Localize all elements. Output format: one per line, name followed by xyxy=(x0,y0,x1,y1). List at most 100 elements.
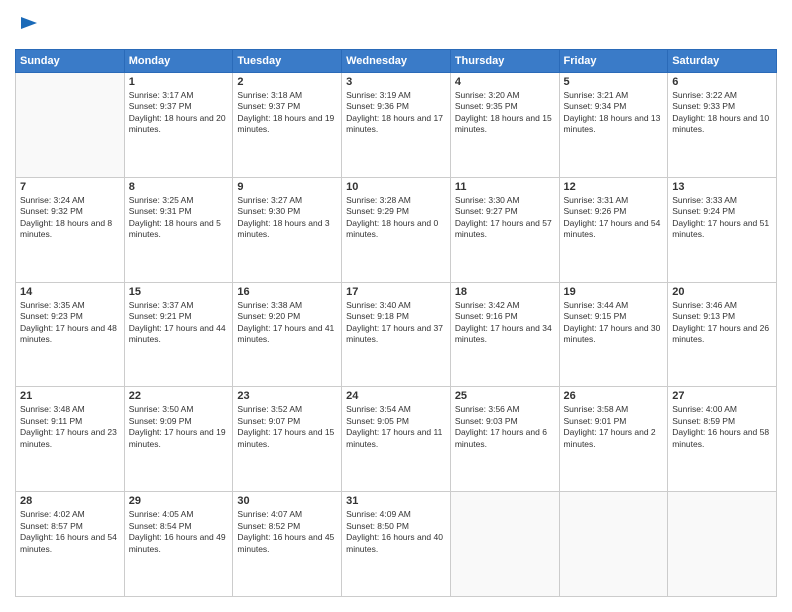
cell-sun-info: Sunrise: 3:52 AMSunset: 9:07 PMDaylight:… xyxy=(237,404,337,450)
cell-sun-info: Sunrise: 3:35 AMSunset: 9:23 PMDaylight:… xyxy=(20,300,120,346)
cell-sun-info: Sunrise: 3:27 AMSunset: 9:30 PMDaylight:… xyxy=(237,195,337,241)
cell-sun-info: Sunrise: 3:21 AMSunset: 9:34 PMDaylight:… xyxy=(564,90,664,136)
day-header-thursday: Thursday xyxy=(450,50,559,73)
cell-sun-info: Sunrise: 3:48 AMSunset: 9:11 PMDaylight:… xyxy=(20,404,120,450)
day-number: 2 xyxy=(237,76,337,88)
calendar-cell: 12 Sunrise: 3:31 AMSunset: 9:26 PMDayligh… xyxy=(559,177,668,282)
calendar-cell: 4 Sunrise: 3:20 AMSunset: 9:35 PMDaylight… xyxy=(450,73,559,178)
day-number: 15 xyxy=(129,286,229,298)
calendar-cell xyxy=(450,492,559,597)
calendar-cell: 3 Sunrise: 3:19 AMSunset: 9:36 PMDaylight… xyxy=(342,73,451,178)
calendar-cell xyxy=(559,492,668,597)
calendar-header-row: SundayMondayTuesdayWednesdayThursdayFrid… xyxy=(16,50,777,73)
day-number: 16 xyxy=(237,286,337,298)
cell-sun-info: Sunrise: 3:25 AMSunset: 9:31 PMDaylight:… xyxy=(129,195,229,241)
cell-sun-info: Sunrise: 3:33 AMSunset: 9:24 PMDaylight:… xyxy=(672,195,772,241)
day-header-saturday: Saturday xyxy=(668,50,777,73)
calendar-cell: 5Sunrise: 3:21 AMSunset: 9:34 PMDaylight… xyxy=(559,73,668,178)
day-number: 6 xyxy=(672,76,772,88)
cell-sun-info: Sunrise: 3:50 AMSunset: 9:09 PMDaylight:… xyxy=(129,404,229,450)
cell-sun-info: Sunrise: 3:37 AMSunset: 9:21 PMDaylight:… xyxy=(129,300,229,346)
cell-sun-info: Sunrise: 4:07 AMSunset: 8:52 PMDaylight:… xyxy=(237,509,337,555)
day-number: 12 xyxy=(564,181,664,193)
day-number: 22 xyxy=(129,390,229,402)
cell-sun-info: Sunrise: 3:44 AMSunset: 9:15 PMDaylight:… xyxy=(564,300,664,346)
day-number: 11 xyxy=(455,181,555,193)
cell-sun-info: Sunrise: 3:38 AMSunset: 9:20 PMDaylight:… xyxy=(237,300,337,346)
day-header-sunday: Sunday xyxy=(16,50,125,73)
logo-flag-icon xyxy=(17,15,41,39)
day-number: 7 xyxy=(20,181,120,193)
day-number: 3 xyxy=(346,76,446,88)
calendar-cell: 11Sunrise: 3:30 AMSunset: 9:27 PMDayligh… xyxy=(450,177,559,282)
calendar-cell: 13 Sunrise: 3:33 AMSunset: 9:24 PMDayligh… xyxy=(668,177,777,282)
day-number: 30 xyxy=(237,495,337,507)
header xyxy=(15,15,777,39)
day-number: 1 xyxy=(129,76,229,88)
calendar-week-1: 1 Sunrise: 3:17 AMSunset: 9:37 PMDaylight… xyxy=(16,73,777,178)
cell-sun-info: Sunrise: 3:28 AMSunset: 9:29 PMDaylight:… xyxy=(346,195,446,241)
calendar-week-2: 7 Sunrise: 3:24 AMSunset: 9:32 PMDaylight… xyxy=(16,177,777,282)
calendar-cell: 29 Sunrise: 4:05 AMSunset: 8:54 PMDayligh… xyxy=(124,492,233,597)
cell-sun-info: Sunrise: 3:24 AMSunset: 9:32 PMDaylight:… xyxy=(20,195,120,241)
day-header-tuesday: Tuesday xyxy=(233,50,342,73)
calendar-cell: 22 Sunrise: 3:50 AMSunset: 9:09 PMDayligh… xyxy=(124,387,233,492)
day-number: 10 xyxy=(346,181,446,193)
day-number: 29 xyxy=(129,495,229,507)
calendar-cell: 1 Sunrise: 3:17 AMSunset: 9:37 PMDaylight… xyxy=(124,73,233,178)
calendar-week-4: 21 Sunrise: 3:48 AMSunset: 9:11 PMDayligh… xyxy=(16,387,777,492)
calendar-cell: 25 Sunrise: 3:56 AMSunset: 9:03 PMDayligh… xyxy=(450,387,559,492)
cell-sun-info: Sunrise: 3:54 AMSunset: 9:05 PMDaylight:… xyxy=(346,404,446,450)
cell-sun-info: Sunrise: 3:18 AMSunset: 9:37 PMDaylight:… xyxy=(237,90,337,136)
cell-sun-info: Sunrise: 3:22 AMSunset: 9:33 PMDaylight:… xyxy=(672,90,772,136)
calendar-cell: 10 Sunrise: 3:28 AMSunset: 9:29 PMDayligh… xyxy=(342,177,451,282)
day-number: 18 xyxy=(455,286,555,298)
calendar-cell: 27 Sunrise: 4:00 AMSunset: 8:59 PMDayligh… xyxy=(668,387,777,492)
cell-sun-info: Sunrise: 4:00 AMSunset: 8:59 PMDaylight:… xyxy=(672,404,772,450)
calendar-cell: 30 Sunrise: 4:07 AMSunset: 8:52 PMDayligh… xyxy=(233,492,342,597)
calendar-cell: 15 Sunrise: 3:37 AMSunset: 9:21 PMDayligh… xyxy=(124,282,233,387)
day-number: 27 xyxy=(672,390,772,402)
cell-sun-info: Sunrise: 3:56 AMSunset: 9:03 PMDaylight:… xyxy=(455,404,555,450)
calendar-cell: 28 Sunrise: 4:02 AMSunset: 8:57 PMDayligh… xyxy=(16,492,125,597)
cell-sun-info: Sunrise: 3:20 AMSunset: 9:35 PMDaylight:… xyxy=(455,90,555,136)
calendar-cell: 23Sunrise: 3:52 AMSunset: 9:07 PMDayligh… xyxy=(233,387,342,492)
day-number: 9 xyxy=(237,181,337,193)
cell-sun-info: Sunrise: 3:42 AMSunset: 9:16 PMDaylight:… xyxy=(455,300,555,346)
calendar-cell xyxy=(668,492,777,597)
calendar-cell: 14 Sunrise: 3:35 AMSunset: 9:23 PMDayligh… xyxy=(16,282,125,387)
day-number: 20 xyxy=(672,286,772,298)
cell-sun-info: Sunrise: 4:02 AMSunset: 8:57 PMDaylight:… xyxy=(20,509,120,555)
calendar-cell: 26 Sunrise: 3:58 AMSunset: 9:01 PMDayligh… xyxy=(559,387,668,492)
calendar-cell: 21 Sunrise: 3:48 AMSunset: 9:11 PMDayligh… xyxy=(16,387,125,492)
calendar-cell: 2 Sunrise: 3:18 AMSunset: 9:37 PMDaylight… xyxy=(233,73,342,178)
day-header-monday: Monday xyxy=(124,50,233,73)
day-number: 13 xyxy=(672,181,772,193)
day-number: 14 xyxy=(20,286,120,298)
day-number: 21 xyxy=(20,390,120,402)
calendar-cell: 17Sunrise: 3:40 AMSunset: 9:18 PMDayligh… xyxy=(342,282,451,387)
calendar-cell: 24 Sunrise: 3:54 AMSunset: 9:05 PMDayligh… xyxy=(342,387,451,492)
cell-sun-info: Sunrise: 3:46 AMSunset: 9:13 PMDaylight:… xyxy=(672,300,772,346)
day-number: 4 xyxy=(455,76,555,88)
day-number: 28 xyxy=(20,495,120,507)
day-number: 25 xyxy=(455,390,555,402)
calendar-cell: 7 Sunrise: 3:24 AMSunset: 9:32 PMDaylight… xyxy=(16,177,125,282)
cell-sun-info: Sunrise: 3:17 AMSunset: 9:37 PMDaylight:… xyxy=(129,90,229,136)
calendar-cell: 18 Sunrise: 3:42 AMSunset: 9:16 PMDayligh… xyxy=(450,282,559,387)
cell-sun-info: Sunrise: 3:40 AMSunset: 9:18 PMDaylight:… xyxy=(346,300,446,346)
cell-sun-info: Sunrise: 3:19 AMSunset: 9:36 PMDaylight:… xyxy=(346,90,446,136)
calendar-cell: 20 Sunrise: 3:46 AMSunset: 9:13 PMDayligh… xyxy=(668,282,777,387)
day-number: 31 xyxy=(346,495,446,507)
calendar-cell: 31 Sunrise: 4:09 AMSunset: 8:50 PMDayligh… xyxy=(342,492,451,597)
day-number: 24 xyxy=(346,390,446,402)
calendar-cell: 6 Sunrise: 3:22 AMSunset: 9:33 PMDaylight… xyxy=(668,73,777,178)
day-number: 26 xyxy=(564,390,664,402)
cell-sun-info: Sunrise: 3:58 AMSunset: 9:01 PMDaylight:… xyxy=(564,404,664,450)
cell-sun-info: Sunrise: 4:09 AMSunset: 8:50 PMDaylight:… xyxy=(346,509,446,555)
page: SundayMondayTuesdayWednesdayThursdayFrid… xyxy=(0,0,792,612)
day-number: 8 xyxy=(129,181,229,193)
cell-sun-info: Sunrise: 3:31 AMSunset: 9:26 PMDaylight:… xyxy=(564,195,664,241)
calendar-table: SundayMondayTuesdayWednesdayThursdayFrid… xyxy=(15,49,777,597)
cell-sun-info: Sunrise: 4:05 AMSunset: 8:54 PMDaylight:… xyxy=(129,509,229,555)
